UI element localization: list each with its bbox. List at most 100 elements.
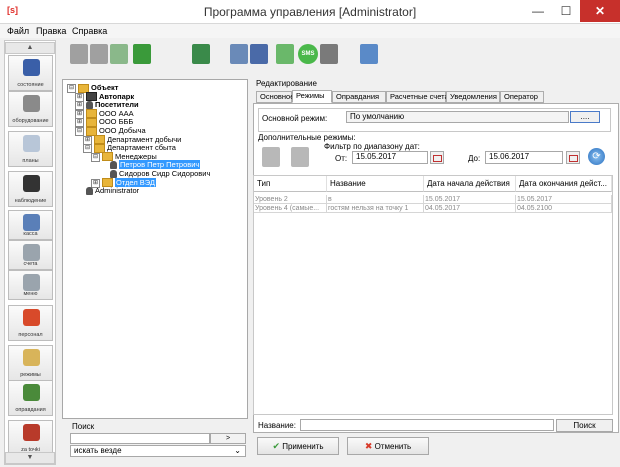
table-cell[interactable]: 15.05.2017 <box>424 195 516 204</box>
table-cell[interactable]: Уровень 4 (самые... <box>254 204 327 213</box>
sidebar-item-2[interactable]: планы <box>8 131 53 167</box>
excuses-icon <box>23 384 40 401</box>
sidebar-item-1[interactable]: оборудование <box>8 91 53 127</box>
tree-node[interactable]: Administrator <box>75 186 140 196</box>
door-icon[interactable] <box>360 44 378 64</box>
sidebar-scroll-up[interactable]: ▲ <box>5 42 55 54</box>
menu-help[interactable]: Справка <box>72 25 107 37</box>
sidebar-item-label: персонал <box>18 332 43 338</box>
export-icon[interactable] <box>276 44 294 64</box>
document-icon[interactable] <box>110 44 128 64</box>
tab-0[interactable]: Основное <box>256 91 294 103</box>
sidebar-item-6[interactable]: меню <box>8 270 53 300</box>
sidebar-item-label: касса <box>23 231 38 237</box>
modes-table: Тип Название Дата начала действия Дата окон… <box>253 175 613 415</box>
plans-icon <box>23 135 40 152</box>
table-cell[interactable]: гостям нельзя на точку 1 <box>327 204 424 213</box>
sidebar-item-5[interactable]: счета <box>8 240 53 270</box>
add-extra-mode-icon[interactable] <box>262 147 280 167</box>
name-search-button[interactable]: Поиск <box>556 419 613 432</box>
apply-label: Применить <box>282 442 324 451</box>
menu-icon <box>23 274 40 291</box>
tab-3[interactable]: Расчетные счета <box>386 91 449 103</box>
column-header[interactable]: Тип <box>254 176 327 192</box>
from-date-input[interactable]: 15.05.2017 <box>352 151 428 164</box>
tab-5[interactable]: Оператор <box>500 91 544 103</box>
person-icon <box>86 187 93 196</box>
add-icon[interactable] <box>70 44 88 64</box>
tab-1[interactable]: Режимы <box>292 90 332 103</box>
tab-2[interactable]: Оправдания <box>332 91 386 103</box>
table-cell[interactable]: в <box>327 195 424 204</box>
table-cell[interactable]: 04.05.2100 <box>516 204 612 213</box>
main-mode-select-button[interactable]: .... <box>570 111 600 123</box>
camera-icon <box>23 175 40 192</box>
copy-icon[interactable] <box>90 44 108 64</box>
app-logo: [s] <box>7 5 18 15</box>
users-icon[interactable] <box>250 44 268 64</box>
to-date-input[interactable]: 15.06.2017 <box>485 151 563 164</box>
sms-icon[interactable]: SMS <box>298 44 318 64</box>
column-header[interactable]: Дата окончания дейст... <box>516 176 612 192</box>
from-label: От: <box>335 154 348 163</box>
sms-label: SMS <box>301 51 315 57</box>
apply-button[interactable]: ✔ Применить <box>257 437 339 455</box>
maximize-button[interactable]: ☐ <box>553 0 579 22</box>
sidebar-item-label: счета <box>23 261 38 267</box>
extra-modes-label: Дополнительные режимы: <box>258 133 356 142</box>
minimize-button[interactable]: — <box>525 0 551 22</box>
sidebar-item-label: состояние <box>17 82 44 88</box>
table-cell[interactable]: 04.05.2017 <box>424 204 516 213</box>
to-calendar-button[interactable] <box>566 151 580 164</box>
sidebar-item-label: режимы <box>20 372 41 378</box>
close-button[interactable]: ✕ <box>580 0 620 22</box>
search-input[interactable] <box>70 433 210 444</box>
accounts-icon <box>23 244 40 261</box>
menu-file[interactable]: Файл <box>7 25 29 37</box>
search-mode-value: искать везде <box>74 446 122 455</box>
sidebar-item-8[interactable]: режимы <box>8 345 53 381</box>
excel-icon[interactable] <box>192 44 210 64</box>
column-header[interactable]: Дата начала действия <box>424 176 516 192</box>
column-header[interactable]: Название <box>327 176 424 192</box>
cancel-button[interactable]: ✖ Отменить <box>347 437 429 455</box>
sidebar-scroll-down[interactable]: ▼ <box>5 452 55 464</box>
sidebar-item-4[interactable]: касса <box>8 210 53 240</box>
sidebar-item-10[interactable]: za toчki <box>8 420 53 456</box>
chevron-down-icon: ⌄ <box>234 446 241 455</box>
editor-section-label: Редактирование <box>256 79 317 88</box>
sidebar-item-7[interactable]: персонал <box>8 305 53 341</box>
send-icon[interactable] <box>320 44 338 64</box>
sidebar-item-label: оправдания <box>15 407 46 413</box>
to-label: До: <box>468 154 481 163</box>
menu-edit[interactable]: Правка <box>36 25 66 37</box>
name-label: Название: <box>258 421 296 430</box>
refresh-icon[interactable]: ⟳ <box>588 148 605 165</box>
search-mode-select[interactable]: искать везде ⌄ <box>70 445 246 457</box>
personnel-icon <box>23 309 40 326</box>
cancel-x-icon: ✖ <box>364 441 373 451</box>
cancel-label: Отменить <box>374 442 412 451</box>
remove-extra-mode-icon[interactable] <box>291 147 309 167</box>
sidebar-item-3[interactable]: наблюдение <box>8 171 53 207</box>
refresh-icon[interactable] <box>133 44 151 64</box>
name-input[interactable] <box>300 419 554 431</box>
title-bar: [s] Программа управления [Administrator]… <box>0 0 620 24</box>
checkmark-icon: ✔ <box>272 441 280 451</box>
search-label: Поиск <box>72 422 95 431</box>
object-tree[interactable]: ⊟ Объект ⊞ Автопарк ⊞ Посетители ⊞ ООО ААА ⊞ ООО … <box>62 79 248 419</box>
search-go-button[interactable]: > <box>210 433 246 444</box>
table-cell[interactable]: Уровень 2 <box>254 195 327 204</box>
table-cell[interactable]: 15.05.2017 <box>516 195 612 204</box>
sidebar-item-9[interactable]: оправдания <box>8 380 53 416</box>
main-mode-label: Основной режим: <box>262 114 328 123</box>
menu-bar: Файл Правка Справка <box>0 24 620 38</box>
from-calendar-button[interactable] <box>430 151 444 164</box>
equipment-icon <box>23 95 40 112</box>
tree-node-label: Administrator <box>95 186 140 196</box>
sidebar-item-label: наблюдение <box>14 198 47 204</box>
grid-icon[interactable] <box>230 44 248 64</box>
sidebar-item-0[interactable]: состояние <box>8 55 53 91</box>
tab-4[interactable]: Уведомления <box>446 91 500 103</box>
modes-icon <box>23 349 40 366</box>
